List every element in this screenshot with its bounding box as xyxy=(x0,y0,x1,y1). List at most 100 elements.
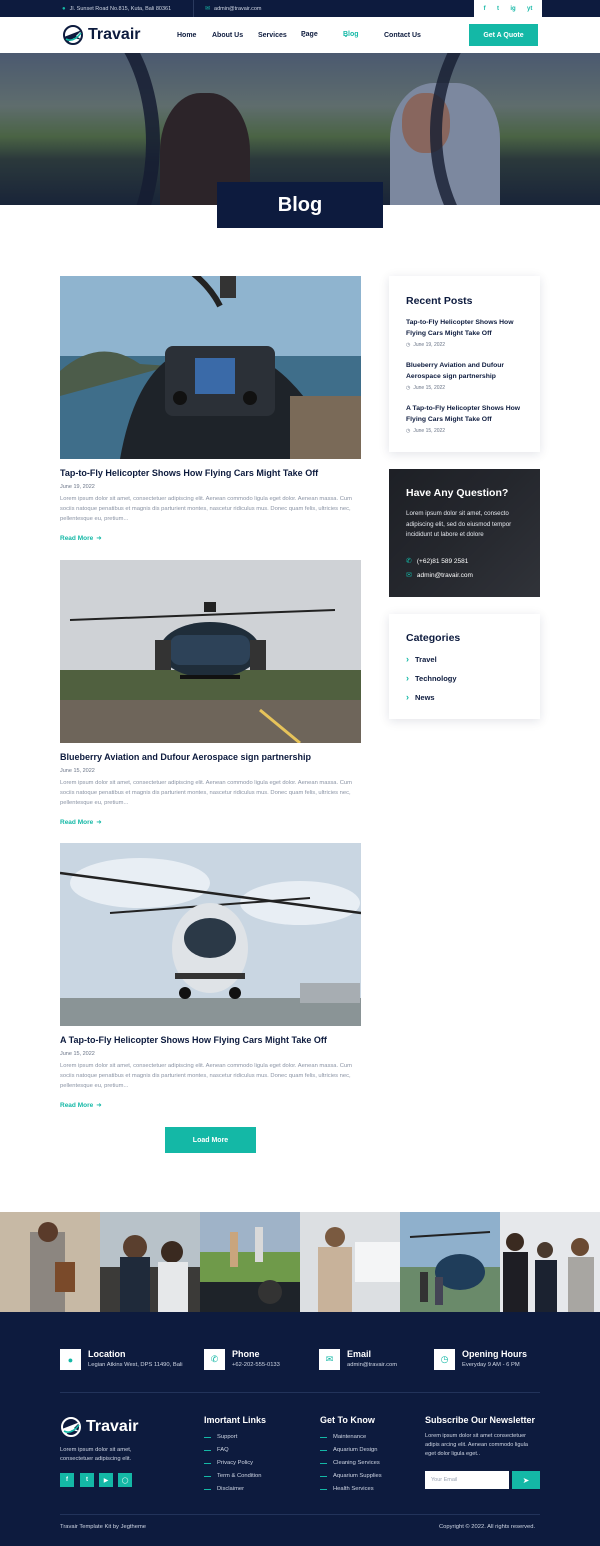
topbar-email[interactable]: ✉ admin@travair.com xyxy=(205,0,262,17)
load-more-button[interactable]: Load More xyxy=(165,1127,256,1153)
clock-icon: ◷ xyxy=(406,385,411,391)
footer-link[interactable]: Privacy Policy xyxy=(204,1460,253,1466)
get-a-quote-button[interactable]: Get A Quote xyxy=(469,24,538,46)
post-date: June 15, 2022 xyxy=(60,1051,95,1057)
newsletter-title: Subscribe Our Newsletter xyxy=(425,1415,536,1425)
site-footer: ● Location Legian Atkins West, DPS 11490,… xyxy=(0,1312,600,1546)
gallery-image[interactable] xyxy=(500,1212,600,1312)
gallery-image[interactable] xyxy=(200,1212,300,1312)
send-button[interactable]: ➤ xyxy=(512,1471,540,1489)
category-technology[interactable]: › Technology xyxy=(406,673,457,683)
categories-widget: Categories › Travel › Technology › News xyxy=(389,614,540,719)
footer-link[interactable]: Aquarium Supplies xyxy=(320,1473,382,1479)
twitter-icon[interactable]: t xyxy=(80,1473,94,1487)
question-text: Lorem ipsum dolor sit amet, consecto adi… xyxy=(406,510,512,538)
post-image[interactable] xyxy=(60,276,361,459)
gallery-image[interactable] xyxy=(400,1212,500,1312)
nav-blog[interactable]: Blog ⌄ xyxy=(343,31,359,39)
nav-services[interactable]: Services xyxy=(258,32,287,39)
footer-link[interactable]: Cleaning Services xyxy=(320,1460,380,1466)
phone-icon: ✆ xyxy=(204,1349,225,1370)
question-email[interactable]: ✉ admin@travair.com xyxy=(406,571,473,580)
footer-phone: ✆ Phone +62-202-555-0133 xyxy=(204,1349,280,1370)
footer-copyright: Copyright © 2022. All rights reserved. xyxy=(439,1524,536,1530)
chevron-right-icon: › xyxy=(406,673,409,683)
recent-posts-widget: Recent Posts Tap-to-Fly Helicopter Shows… xyxy=(389,276,540,452)
chevron-right-icon: › xyxy=(406,692,409,702)
gallery-image[interactable] xyxy=(300,1212,400,1312)
footer-credit: Travair Template Kit by Jegtheme xyxy=(60,1524,147,1530)
footer-email: ✉ Email admin@travair.com xyxy=(319,1349,397,1370)
footer-hours: ◷ Opening Hours Everyday 9 AM - 6 PM xyxy=(434,1349,527,1370)
post-title[interactable]: A Tap-to-Fly Helicopter Shows How Flying… xyxy=(60,1035,327,1045)
facebook-icon[interactable]: f xyxy=(60,1473,74,1487)
post-image[interactable] xyxy=(60,843,361,1026)
recent-post-date: ◷ June 19, 2022 xyxy=(406,342,446,348)
arrow-right-icon: ➜ xyxy=(96,1102,102,1109)
arrow-right-icon: ➜ xyxy=(96,535,102,542)
footer-link[interactable]: FAQ xyxy=(204,1447,229,1453)
phone-icon: ✆ xyxy=(406,558,412,565)
recent-post-title[interactable]: Tap-to-Fly Helicopter Shows How Flying C… xyxy=(406,317,524,339)
footer-link[interactable]: Aquarium Design xyxy=(320,1447,377,1453)
question-widget: Have Any Question? Lorem ipsum dolor sit… xyxy=(389,469,540,597)
widget-title: Have Any Question? xyxy=(406,487,509,499)
location-pin-icon: ● xyxy=(62,5,66,12)
newsletter-text: Lorem ipsum dolor sit amet consectetuer … xyxy=(425,1433,528,1457)
post-image[interactable] xyxy=(60,560,361,743)
clock-icon: ◷ xyxy=(406,342,411,348)
footer-about: Lorem ipsum dolor sit amet, consectetuer… xyxy=(60,1447,132,1462)
nav-home[interactable]: Home xyxy=(177,32,196,39)
chevron-right-icon: › xyxy=(406,654,409,664)
footer-logo[interactable]: Travair xyxy=(60,1416,138,1438)
instagram-icon[interactable]: ig xyxy=(510,6,515,12)
main-nav: Travair Home About Us Services Page ⌄ Bl… xyxy=(0,17,600,53)
read-more-link[interactable]: Read More ➜ xyxy=(60,818,102,827)
youtube-icon[interactable]: yt xyxy=(527,6,532,12)
mail-icon: ✉ xyxy=(205,6,211,12)
facebook-icon[interactable]: f xyxy=(484,6,486,12)
footer-link[interactable]: Maintenance xyxy=(320,1434,366,1440)
top-bar: ● Jl. Sunset Road No.815, Kuta, Bali 803… xyxy=(0,0,600,17)
recent-post-title[interactable]: Blueberry Aviation and Dufour Aerospace … xyxy=(406,360,524,382)
topbar-address: ● Jl. Sunset Road No.815, Kuta, Bali 803… xyxy=(62,0,171,17)
mail-icon: ✉ xyxy=(406,572,412,579)
footer-logo-text: Travair xyxy=(86,1418,139,1435)
youtube-icon[interactable]: ▶ xyxy=(99,1473,113,1487)
email-text: admin@travair.com xyxy=(214,5,262,12)
read-more-link[interactable]: Read More ➜ xyxy=(60,534,102,543)
recent-post-title[interactable]: A Tap-to-Fly Helicopter Shows How Flying… xyxy=(406,403,524,425)
widget-title: Recent Posts xyxy=(406,295,473,307)
gallery-image[interactable] xyxy=(0,1212,100,1312)
nav-page[interactable]: Page ⌄ xyxy=(301,31,318,39)
footer-location: ● Location Legian Atkins West, DPS 11490,… xyxy=(60,1349,183,1370)
page-title: Blog xyxy=(217,182,383,228)
category-news[interactable]: › News xyxy=(406,692,435,702)
twitter-icon[interactable]: t xyxy=(497,6,499,12)
newsletter-email-input[interactable]: Your Email xyxy=(425,1471,509,1489)
footer-link[interactable]: Term & Condition xyxy=(204,1473,261,1479)
post-excerpt: Lorem ipsum dolor sit amet, consectetuer… xyxy=(60,496,352,522)
instagram-icon[interactable]: ◯ xyxy=(118,1473,132,1487)
post-excerpt: Lorem ipsum dolor sit amet, consectetuer… xyxy=(60,780,352,806)
gallery-image[interactable] xyxy=(100,1212,200,1312)
category-travel[interactable]: › Travel xyxy=(406,654,437,664)
post-title[interactable]: Tap-to-Fly Helicopter Shows How Flying C… xyxy=(60,468,318,478)
topbar-social: f t ig yt xyxy=(474,0,542,17)
nav-contact[interactable]: Contact Us xyxy=(384,32,421,39)
post-title[interactable]: Blueberry Aviation and Dufour Aerospace … xyxy=(60,752,311,762)
widget-title: Categories xyxy=(406,632,461,644)
send-icon: ➤ xyxy=(522,1475,530,1485)
clock-icon: ◷ xyxy=(406,428,411,434)
footer-link[interactable]: Disclaimer xyxy=(204,1486,244,1492)
nav-about[interactable]: About Us xyxy=(212,32,243,39)
arrow-right-icon: ➜ xyxy=(96,819,102,826)
footer-link[interactable]: Health Services xyxy=(320,1486,374,1492)
links-title: Imortant Links xyxy=(204,1415,267,1425)
read-more-link[interactable]: Read More ➜ xyxy=(60,1101,102,1110)
recent-post-date: ◷ June 15, 2022 xyxy=(406,428,446,434)
question-phone[interactable]: ✆ (+62)81 589 2581 xyxy=(406,557,468,566)
location-icon: ● xyxy=(60,1349,81,1370)
post-date: June 19, 2022 xyxy=(60,484,95,490)
footer-link[interactable]: Support xyxy=(204,1434,237,1440)
